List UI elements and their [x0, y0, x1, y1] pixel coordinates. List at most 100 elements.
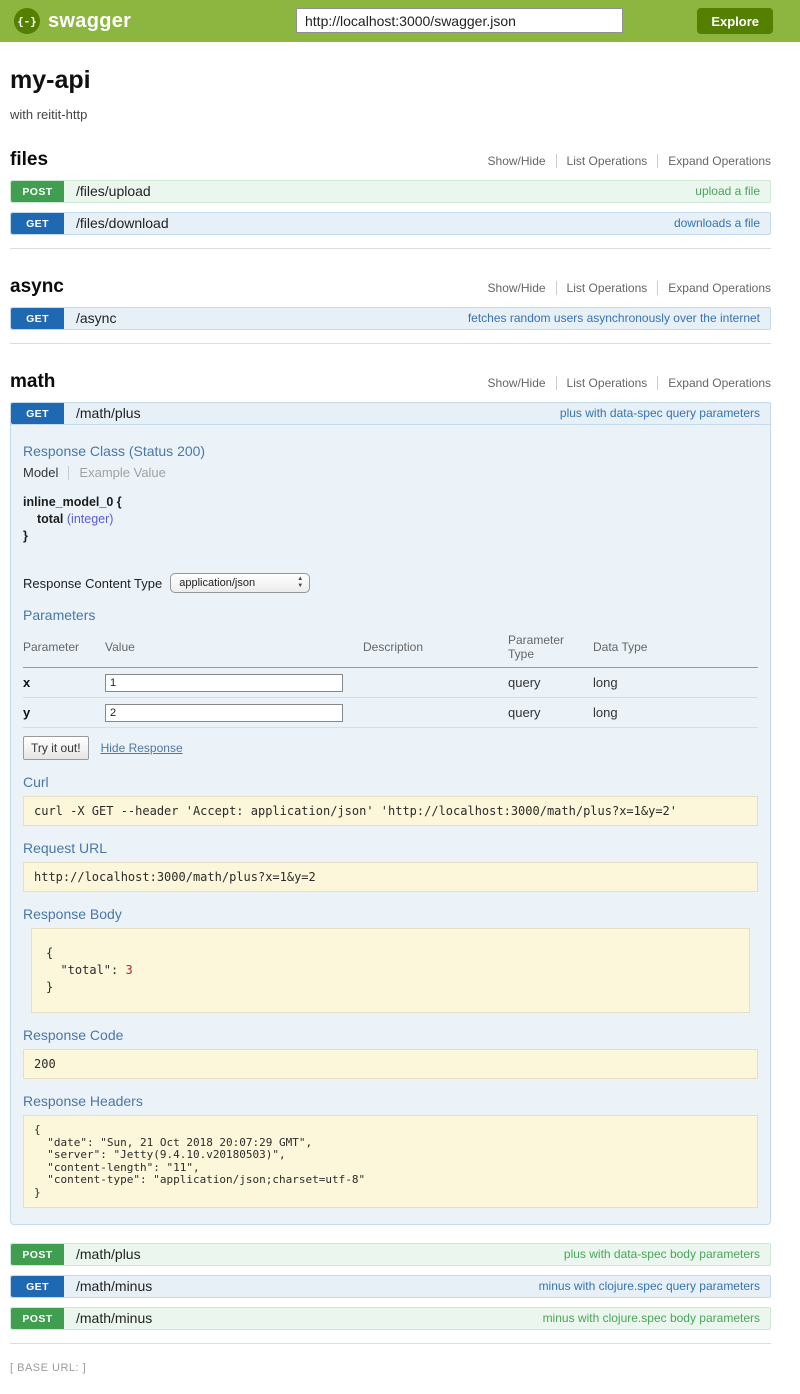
response-body-key: "total": — [46, 963, 125, 977]
base-url-footer: [ BASE URL: ] — [10, 1362, 800, 1374]
expand-operations-link[interactable]: Expand Operations — [657, 281, 771, 295]
col-header-description: Description — [363, 629, 508, 668]
response-content-type-value: application/json — [179, 577, 255, 589]
col-header-data-type: Data Type — [593, 629, 758, 668]
response-headers-line: "content-length": "11", — [34, 1161, 200, 1174]
method-badge[interactable]: POST — [11, 1308, 64, 1329]
endpoint-summary[interactable]: fetches random users asynchronously over… — [468, 308, 770, 329]
param-name: x — [23, 675, 30, 690]
swagger-url-input[interactable] — [296, 8, 623, 33]
endpoint-summary[interactable]: plus with data-spec body parameters — [564, 1244, 770, 1265]
col-header-parameter-type: Parameter Type — [508, 629, 593, 668]
param-x-input[interactable] — [105, 674, 343, 692]
model-field: total (integer) — [23, 511, 758, 528]
response-body-close: } — [46, 980, 53, 994]
col-header-value: Value — [105, 629, 363, 668]
list-operations-link[interactable]: List Operations — [556, 281, 658, 295]
parameters-table: Parameter Value Description Parameter Ty… — [23, 629, 758, 728]
request-url-heading: Request URL — [23, 840, 758, 856]
endpoint-path[interactable]: /files/upload — [64, 181, 151, 202]
section-title-async[interactable]: async — [10, 276, 64, 298]
endpoint-path[interactable]: /math/minus — [64, 1276, 152, 1297]
method-badge[interactable]: GET — [11, 308, 64, 329]
endpoint-path[interactable]: /math/plus — [64, 403, 141, 424]
model-field-type: (integer) — [67, 512, 114, 526]
method-badge[interactable]: POST — [11, 1244, 64, 1265]
api-subtitle: with reitit-http — [10, 107, 771, 122]
method-badge[interactable]: GET — [11, 1276, 64, 1297]
response-headers-box: { "date": "Sun, 21 Oct 2018 20:07:29 GMT… — [23, 1115, 758, 1208]
response-content-type-label: Response Content Type — [23, 576, 162, 591]
show-hide-link[interactable]: Show/Hide — [488, 376, 556, 390]
response-code-value: 200 — [23, 1049, 758, 1079]
endpoint-row-post-files-upload[interactable]: POST /files/upload upload a file — [10, 180, 771, 203]
endpoint-path[interactable]: /async — [64, 308, 116, 329]
param-data-type: long — [593, 705, 618, 720]
hide-response-link[interactable]: Hide Response — [101, 741, 183, 755]
model-field-name: total — [37, 512, 63, 526]
method-badge[interactable]: GET — [11, 403, 64, 424]
model-tabs: Model Example Value — [23, 465, 758, 480]
response-headers-line: } — [34, 1186, 41, 1199]
endpoint-path[interactable]: /math/plus — [64, 1244, 141, 1265]
endpoint-summary[interactable]: upload a file — [695, 181, 770, 202]
endpoint-path[interactable]: /math/minus — [64, 1308, 152, 1329]
endpoint-row-get-math-plus[interactable]: GET /math/plus plus with data-spec query… — [10, 402, 771, 425]
response-headers-line: "content-type": "application/json;charse… — [34, 1173, 365, 1186]
endpoint-row-post-math-minus[interactable]: POST /math/minus minus with clojure.spec… — [10, 1307, 771, 1330]
section-title-files[interactable]: files — [10, 149, 48, 171]
parameters-heading: Parameters — [23, 607, 758, 623]
section-title-math[interactable]: math — [10, 371, 55, 393]
param-type: query — [508, 675, 541, 690]
endpoint-summary[interactable]: minus with clojure.spec body parameters — [543, 1308, 770, 1329]
show-hide-link[interactable]: Show/Hide — [488, 281, 556, 295]
endpoint-path[interactable]: /files/download — [64, 213, 169, 234]
show-hide-link[interactable]: Show/Hide — [488, 154, 556, 168]
response-headers-heading: Response Headers — [23, 1093, 758, 1109]
expand-operations-link[interactable]: Expand Operations — [657, 376, 771, 390]
section-async: async Show/Hide List Operations Expand O… — [10, 276, 771, 344]
endpoint-summary[interactable]: minus with clojure.spec query parameters — [539, 1276, 770, 1297]
endpoint-summary[interactable]: plus with data-spec query parameters — [560, 403, 770, 424]
response-body-box: { "total": 3 } — [31, 928, 750, 1013]
list-operations-link[interactable]: List Operations — [556, 376, 658, 390]
operation-detail-panel: Response Class (Status 200) Model Exampl… — [10, 425, 771, 1225]
method-badge[interactable]: GET — [11, 213, 64, 234]
section-math: math Show/Hide List Operations Expand Op… — [10, 371, 771, 1344]
endpoint-row-get-files-download[interactable]: GET /files/download downloads a file — [10, 212, 771, 235]
method-badge[interactable]: POST — [11, 181, 64, 202]
expand-operations-link[interactable]: Expand Operations — [657, 154, 771, 168]
response-content-type-select[interactable]: application/json ▲▼ — [170, 573, 310, 593]
tab-model[interactable]: Model — [23, 465, 68, 480]
endpoint-row-get-async[interactable]: GET /async fetches random users asynchro… — [10, 307, 771, 330]
response-body-heading: Response Body — [23, 906, 758, 922]
try-it-out-button[interactable]: Try it out! — [23, 736, 89, 760]
endpoint-row-get-math-minus[interactable]: GET /math/minus minus with clojure.spec … — [10, 1275, 771, 1298]
api-title: my-api — [10, 66, 771, 95]
list-operations-link[interactable]: List Operations — [556, 154, 658, 168]
col-header-parameter: Parameter — [23, 629, 105, 668]
swagger-brand[interactable]: {-} swagger — [14, 8, 131, 34]
model-signature: inline_model_0 { total (integer) } — [23, 494, 758, 545]
response-body-value: 3 — [125, 963, 132, 977]
request-url-value: http://localhost:3000/math/plus?x=1&y=2 — [23, 862, 758, 892]
response-headers-line: { — [34, 1123, 41, 1136]
curl-command: curl -X GET --header 'Accept: applicatio… — [23, 796, 758, 826]
param-row-y: y query long — [23, 698, 758, 728]
response-content-type-row: Response Content Type application/json ▲… — [23, 573, 758, 593]
tab-example-value[interactable]: Example Value — [69, 465, 165, 480]
endpoint-row-post-math-plus[interactable]: POST /math/plus plus with data-spec body… — [10, 1243, 771, 1266]
param-row-x: x query long — [23, 668, 758, 698]
select-arrows-icon: ▲▼ — [297, 576, 303, 590]
param-y-input[interactable] — [105, 704, 343, 722]
response-code-heading: Response Code — [23, 1027, 758, 1043]
endpoint-summary[interactable]: downloads a file — [674, 213, 770, 234]
app-header: {-} swagger Explore — [0, 0, 800, 42]
page-content: my-api with reitit-http files Show/Hide … — [10, 66, 771, 1344]
response-class-heading: Response Class (Status 200) — [23, 443, 758, 459]
curl-heading: Curl — [23, 774, 758, 790]
model-open-line: inline_model_0 { — [23, 494, 758, 511]
param-data-type: long — [593, 675, 618, 690]
explore-button[interactable]: Explore — [697, 8, 773, 34]
logo-glyph: {-} — [17, 15, 37, 28]
